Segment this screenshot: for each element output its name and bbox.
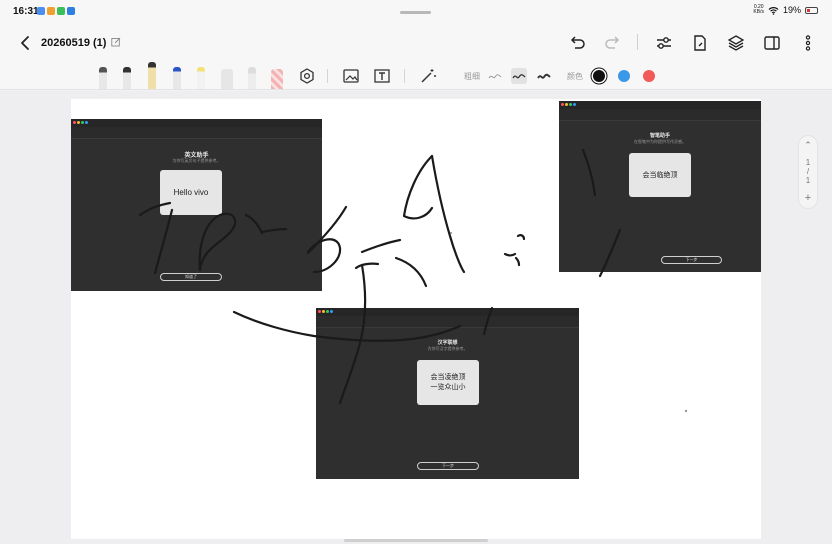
page-up-icon[interactable]: ⌃ bbox=[799, 140, 817, 151]
home-indicator[interactable] bbox=[344, 539, 488, 542]
ink-stroke bbox=[306, 205, 348, 274]
ink-stroke bbox=[598, 228, 622, 278]
ink-stroke bbox=[138, 201, 172, 217]
page-separator: / bbox=[806, 167, 810, 176]
ink-stroke bbox=[581, 148, 597, 197]
ink-stroke bbox=[482, 306, 494, 336]
ink-stroke bbox=[153, 208, 174, 275]
ink-stroke bbox=[402, 154, 434, 220]
ink-stroke bbox=[338, 262, 380, 405]
total-pages: 1 bbox=[805, 176, 811, 185]
current-page: 1 bbox=[805, 158, 811, 167]
ink-stroke bbox=[503, 234, 526, 267]
ink-stroke bbox=[232, 310, 462, 342]
ink-stroke bbox=[394, 256, 428, 288]
page-navigator[interactable]: ⌃ 1 / 1 + bbox=[798, 135, 818, 209]
ink-stroke bbox=[244, 213, 288, 235]
add-page-icon[interactable]: + bbox=[799, 192, 817, 204]
ink-dot bbox=[684, 409, 688, 413]
ink-stroke bbox=[430, 154, 466, 274]
ink-dot bbox=[450, 232, 452, 234]
handwriting-strokes bbox=[138, 148, 688, 413]
ink-stroke bbox=[360, 238, 402, 254]
ink-stroke bbox=[198, 212, 237, 272]
